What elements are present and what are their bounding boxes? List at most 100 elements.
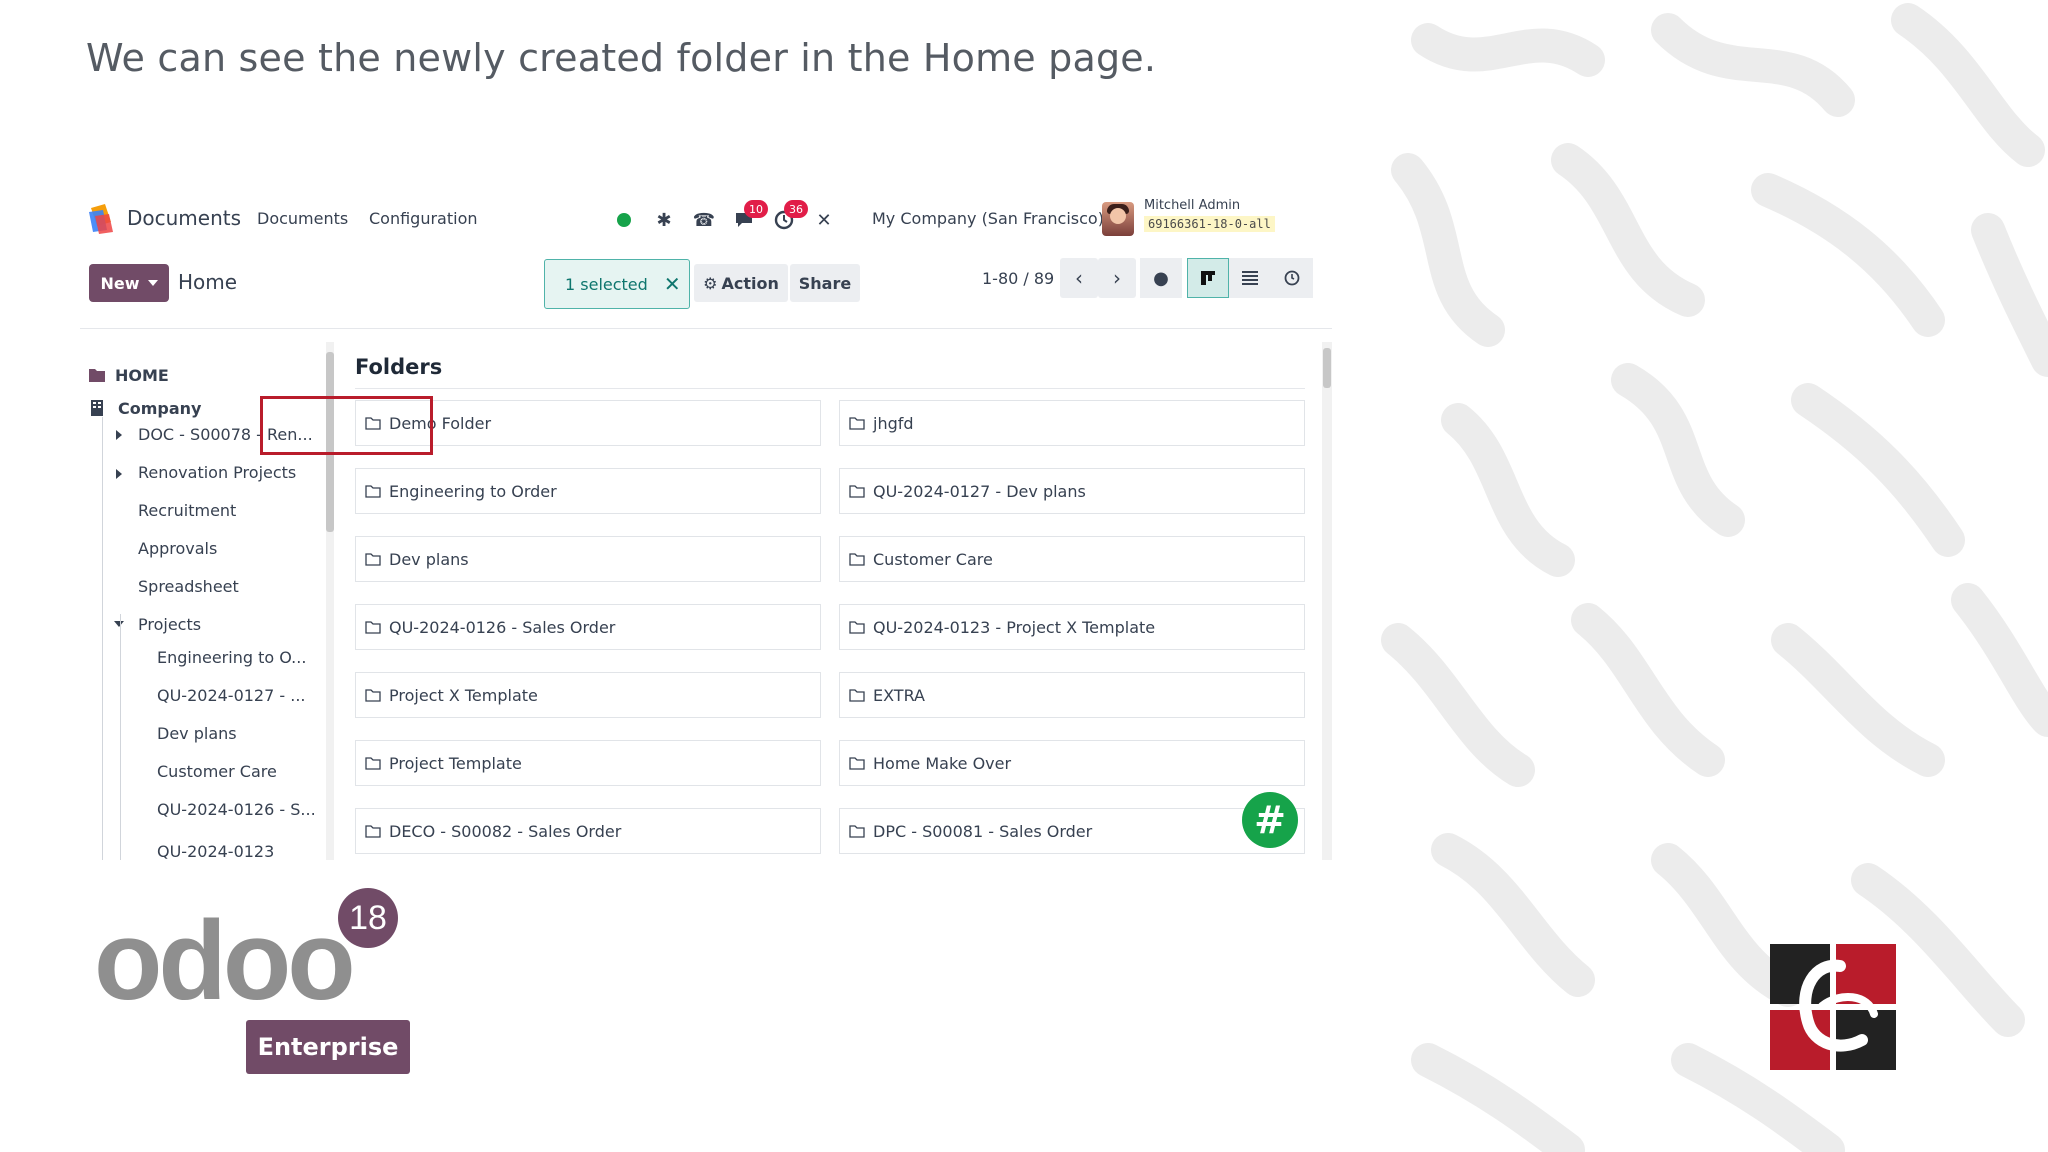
folder-name: Customer Care [873, 549, 993, 569]
pager-previous-button[interactable]: ‹ [1060, 258, 1098, 298]
folder-icon [849, 688, 865, 702]
folder-card[interactable]: QU-2024-0123 - Project X Template [839, 604, 1305, 650]
slide-caption: We can see the newly created folder in t… [86, 36, 1157, 80]
user-name[interactable]: Mitchell Admin [1144, 198, 1240, 213]
kanban-view-button[interactable] [1187, 258, 1229, 298]
user-avatar[interactable] [1102, 202, 1134, 236]
folder-icon [849, 756, 865, 770]
list-icon [1242, 271, 1258, 285]
debug-bug-icon[interactable]: ✱ [650, 206, 678, 234]
folder-card[interactable]: DECO - S00082 - Sales Order [355, 808, 821, 854]
share-label: Share [798, 273, 852, 293]
folder-card[interactable]: EXTRA [839, 672, 1305, 718]
action-label: Action [721, 273, 779, 293]
breadcrumb: Home [178, 270, 238, 294]
folder-card[interactable]: Home Make Over [839, 740, 1305, 786]
folder-card[interactable]: QU-2024-0127 - Dev plans [839, 468, 1305, 514]
activities-clock-icon[interactable]: 36 [770, 200, 808, 234]
tree-guide-line [102, 417, 103, 860]
share-button[interactable]: Share [790, 264, 860, 302]
folder-name: DPC - S00081 - Sales Order [873, 821, 1093, 841]
tools-icon[interactable]: ✕ [810, 206, 838, 234]
company-switcher[interactable]: My Company (San Francisco) [872, 209, 1104, 228]
folder-icon [365, 824, 381, 838]
chevron-right-icon: › [1113, 266, 1121, 290]
chevron-down-icon [147, 280, 158, 286]
folder-card[interactable]: DPC - S00081 - Sales Order [839, 808, 1305, 854]
folder-name: QU-2024-0123 - Project X Template [873, 617, 1156, 637]
odoo-version-badge: 18 [338, 888, 398, 948]
annotation-highlight-box [260, 396, 433, 455]
odoo-edition-label: Enterprise [246, 1020, 410, 1074]
sidebar-item-qu-0126[interactable]: QU-2024-0126 - S... [157, 800, 316, 819]
new-button-label: New [100, 273, 140, 293]
top-navbar: Documents Documents Configuration ✱ ☎ 10… [80, 190, 1332, 250]
sidebar-item-dev-plans[interactable]: Dev plans [157, 724, 237, 743]
folder-name: Engineering to Order [389, 481, 557, 501]
pager-next-button[interactable]: › [1098, 258, 1136, 298]
activity-view-button[interactable] [1271, 258, 1313, 298]
activities-badge: 36 [784, 200, 808, 218]
pager-value[interactable]: 1-80 / 89 [982, 269, 1054, 288]
sidebar-item-projects[interactable]: Projects [138, 615, 201, 634]
caret-right-icon[interactable] [116, 469, 122, 479]
folder-icon [365, 552, 381, 566]
section-title: Folders [355, 355, 443, 379]
folder-card[interactable]: Customer Care [839, 536, 1305, 582]
sidebar-item-company[interactable]: Company [118, 399, 201, 418]
app-name[interactable]: Documents [127, 206, 241, 230]
database-name: 69166361-18-0-all [1144, 216, 1275, 232]
documents-app-icon[interactable] [87, 204, 115, 234]
folder-name: EXTRA [873, 685, 925, 705]
folder-card[interactable]: Project Template [355, 740, 821, 786]
folder-card[interactable]: Engineering to Order [355, 468, 821, 514]
sidebar-item-approvals[interactable]: Approvals [138, 539, 217, 558]
new-button[interactable]: New [89, 264, 169, 302]
main-scrollbar[interactable] [1322, 342, 1332, 860]
folder-card[interactable]: QU-2024-0126 - Sales Order [355, 604, 821, 650]
action-button[interactable]: ⚙ Action [694, 264, 788, 302]
decorative-pattern [1368, 0, 2048, 1152]
folder-name: Project X Template [389, 685, 538, 705]
menu-documents[interactable]: Documents [257, 209, 348, 228]
selected-count: 1 selected [565, 274, 648, 294]
sidebar-item-recruitment[interactable]: Recruitment [138, 501, 236, 520]
sidebar-item-qu-0123[interactable]: QU-2024-0123 [157, 842, 274, 860]
sidebar-item-home[interactable]: HOME [115, 366, 169, 385]
phone-icon[interactable]: ☎ [690, 206, 718, 234]
folder-name: Home Make Over [873, 753, 1012, 773]
messages-icon[interactable]: 10 [730, 200, 768, 234]
folder-icon [365, 756, 381, 770]
folder-icon [365, 688, 381, 702]
folder-name: QU-2024-0126 - Sales Order [389, 617, 616, 637]
menu-configuration[interactable]: Configuration [369, 209, 478, 228]
chevron-left-icon: ‹ [1075, 266, 1083, 290]
folders-panel: Folders Demo Folder Engineering to Order… [338, 342, 1332, 860]
list-view-button[interactable] [1229, 258, 1271, 298]
chatter-toggle-button[interactable]: ● [1140, 258, 1182, 298]
hashtag-icon[interactable]: # [1242, 792, 1298, 848]
sidebar-item-customer-care[interactable]: Customer Care [157, 762, 277, 781]
caret-down-icon[interactable] [114, 621, 124, 627]
folder-name: DECO - S00082 - Sales Order [389, 821, 622, 841]
sidebar-item-renovation-projects[interactable]: Renovation Projects [138, 463, 296, 482]
presence-status-icon[interactable] [610, 206, 638, 234]
folder-card[interactable]: Dev plans [355, 536, 821, 582]
caret-right-icon[interactable] [116, 430, 122, 440]
folder-icon [849, 620, 865, 634]
messages-badge: 10 [744, 200, 768, 218]
folder-icon [89, 369, 105, 382]
selection-indicator: 1 selected ✕ [544, 259, 690, 309]
folder-name: QU-2024-0127 - Dev plans [873, 481, 1086, 501]
chat-bubbles-icon: ● [1153, 267, 1169, 289]
odoo-wordmark: odoo [94, 898, 356, 1023]
folder-card[interactable]: jhgfd [839, 400, 1305, 446]
tree-guide-line-nested [120, 614, 121, 860]
folder-icon [365, 620, 381, 634]
clear-selection-icon[interactable]: ✕ [664, 272, 681, 296]
folder-card[interactable]: Project X Template [355, 672, 821, 718]
folder-icon [849, 552, 865, 566]
sidebar-item-engineering[interactable]: Engineering to O... [157, 648, 306, 667]
sidebar-item-qu-0127[interactable]: QU-2024-0127 - ... [157, 686, 306, 705]
sidebar-item-spreadsheet[interactable]: Spreadsheet [138, 577, 239, 596]
